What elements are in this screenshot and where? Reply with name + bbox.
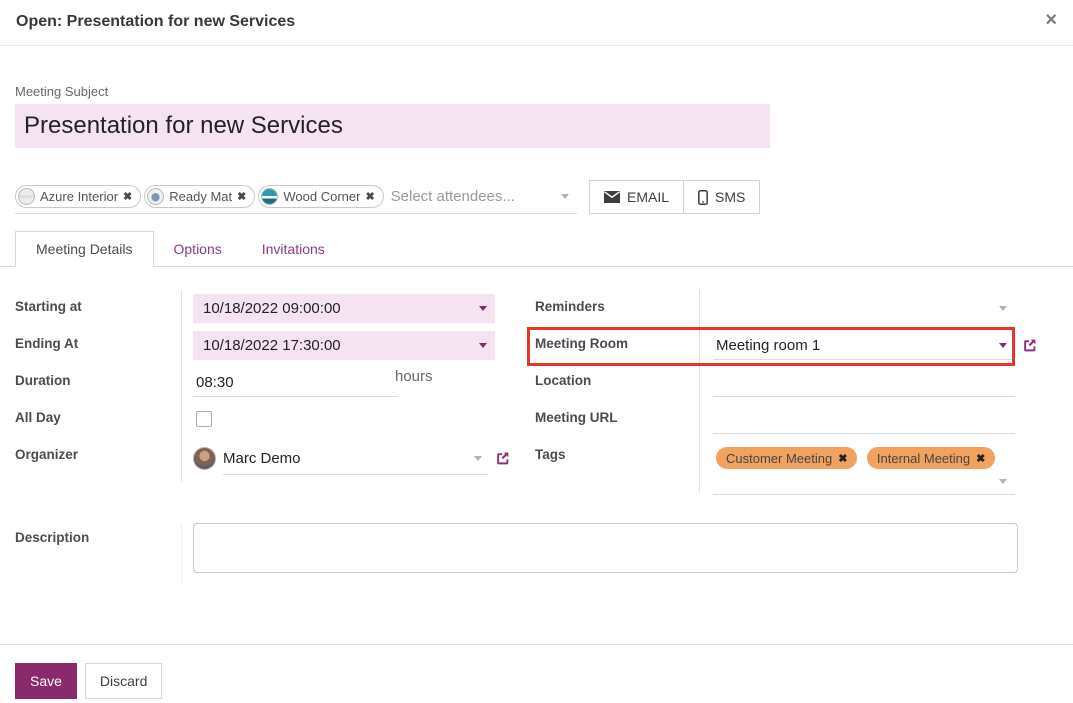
envelope-icon xyxy=(604,191,620,203)
dropdown-caret-icon[interactable] xyxy=(999,343,1007,348)
tag-pill[interactable]: Internal Meeting ✖ xyxy=(867,447,995,469)
dialog-title: Open: Presentation for new Services xyxy=(16,13,1057,31)
attendee-tag[interactable]: Wood Corner ✖ xyxy=(258,185,383,208)
tags-label: Tags xyxy=(520,438,700,493)
ending-at-value: 10/18/2022 17:30:00 xyxy=(203,337,341,354)
all-day-checkbox[interactable] xyxy=(196,411,212,427)
attendee-remove-icon[interactable]: ✖ xyxy=(237,190,246,203)
meeting-subject-label: Meeting Subject xyxy=(15,84,1058,100)
dropdown-caret-icon[interactable] xyxy=(479,306,487,311)
email-button[interactable]: EMAIL xyxy=(589,180,684,214)
location-input[interactable] xyxy=(713,368,1015,397)
attendees-placeholder: Select attendees... xyxy=(391,188,515,205)
duration-input[interactable]: 08:30 xyxy=(193,368,398,397)
dropdown-caret-icon[interactable] xyxy=(474,456,482,461)
reminders-input[interactable] xyxy=(713,294,1015,323)
starting-at-input[interactable]: 10/18/2022 09:00:00 xyxy=(193,294,495,323)
attendee-avatar-azure-interior xyxy=(18,188,35,205)
meeting-url-label: Meeting URL xyxy=(520,401,700,438)
meeting-url-input[interactable] xyxy=(713,405,1015,434)
email-button-label: EMAIL xyxy=(627,189,669,205)
sms-button[interactable]: SMS xyxy=(684,180,760,214)
starting-at-label: Starting at xyxy=(15,290,182,327)
tab-meeting-details[interactable]: Meeting Details xyxy=(15,231,154,267)
event-dialog: Open: Presentation for new Services × Me… xyxy=(0,0,1073,703)
description-row: Description xyxy=(15,523,1058,585)
dialog-footer: Save Discard xyxy=(0,644,1073,699)
meeting-room-input[interactable]: Meeting room 1 xyxy=(713,331,1015,360)
tag-remove-icon[interactable]: ✖ xyxy=(976,452,985,465)
organizer-value: Marc Demo xyxy=(223,450,301,467)
dialog-header: Open: Presentation for new Services × xyxy=(0,0,1073,46)
duration-label: Duration xyxy=(15,364,182,401)
meeting-room-label: Meeting Room xyxy=(520,327,700,364)
tags-input[interactable]: Customer Meeting ✖ Internal Meeting ✖ xyxy=(713,442,1015,495)
form-left-column: Starting at 10/18/2022 09:00:00 Ending A… xyxy=(15,290,520,493)
meeting-subject-input[interactable]: Presentation for new Services xyxy=(15,104,770,148)
close-icon[interactable]: × xyxy=(1045,10,1057,30)
ending-at-label: Ending At xyxy=(15,327,182,364)
attendee-tag-label: Azure Interior xyxy=(40,189,118,204)
attendee-actions: EMAIL SMS xyxy=(589,180,760,214)
attendees-dropdown-caret-icon[interactable] xyxy=(561,194,569,199)
attendees-input[interactable]: Azure Interior ✖ Ready Mat ✖ Wood Corner… xyxy=(15,180,577,214)
description-label: Description xyxy=(15,523,182,585)
external-link-icon[interactable] xyxy=(494,450,511,467)
starting-at-value: 10/18/2022 09:00:00 xyxy=(203,300,341,317)
organizer-label: Organizer xyxy=(15,438,182,482)
sms-button-label: SMS xyxy=(715,189,745,205)
attendee-avatar-wood-corner xyxy=(261,188,278,205)
form-right-column: Reminders Meeting Room Meeting room 1 xyxy=(520,290,1058,493)
meeting-details-form: Starting at 10/18/2022 09:00:00 Ending A… xyxy=(15,290,1058,493)
attendee-remove-icon[interactable]: ✖ xyxy=(365,190,374,203)
tab-bar: Meeting Details Options Invitations xyxy=(0,231,1073,267)
dropdown-caret-icon[interactable] xyxy=(999,306,1007,311)
duration-unit: hours xyxy=(395,368,433,385)
meeting-room-value: Meeting room 1 xyxy=(716,337,820,354)
tab-invitations[interactable]: Invitations xyxy=(242,231,345,267)
attendee-tag-label: Ready Mat xyxy=(169,189,232,204)
discard-button[interactable]: Discard xyxy=(85,663,162,699)
organizer-input[interactable]: Marc Demo xyxy=(193,442,511,475)
duration-value: 08:30 xyxy=(196,374,234,391)
attendees-row: Azure Interior ✖ Ready Mat ✖ Wood Corner… xyxy=(15,180,1058,214)
location-label: Location xyxy=(520,364,700,401)
phone-icon xyxy=(698,190,708,205)
attendee-tag-label: Wood Corner xyxy=(283,189,360,204)
reminders-label: Reminders xyxy=(520,290,700,327)
tag-label: Internal Meeting xyxy=(877,451,970,466)
attendee-tag[interactable]: Ready Mat ✖ xyxy=(144,185,255,208)
tag-label: Customer Meeting xyxy=(726,451,832,466)
tag-remove-icon[interactable]: ✖ xyxy=(838,452,847,465)
dropdown-caret-icon[interactable] xyxy=(479,343,487,348)
external-link-icon[interactable] xyxy=(1021,337,1038,354)
tab-options[interactable]: Options xyxy=(154,231,242,267)
description-textarea[interactable] xyxy=(193,523,1018,573)
tag-pill[interactable]: Customer Meeting ✖ xyxy=(716,447,857,469)
dialog-body: Meeting Subject Presentation for new Ser… xyxy=(0,84,1073,585)
all-day-label: All Day xyxy=(15,401,182,438)
tags-dropdown-caret-icon[interactable] xyxy=(999,479,1007,484)
attendee-remove-icon[interactable]: ✖ xyxy=(123,190,132,203)
attendee-tag[interactable]: Azure Interior ✖ xyxy=(15,185,141,208)
organizer-avatar xyxy=(193,447,216,470)
ending-at-input[interactable]: 10/18/2022 17:30:00 xyxy=(193,331,495,360)
attendee-avatar-ready-mat xyxy=(147,188,164,205)
save-button[interactable]: Save xyxy=(15,663,77,699)
